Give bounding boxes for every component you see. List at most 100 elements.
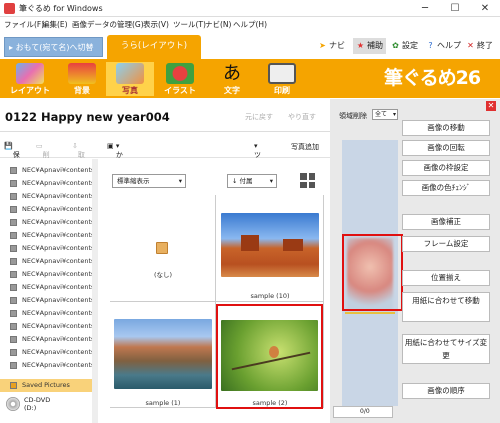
import-button[interactable]: ⇩取込: [72, 142, 85, 169]
tool-menu-button[interactable]: ツール ▾: [254, 142, 261, 179]
folder-label: NEC¥Apnavi¥contents¥...: [22, 361, 92, 369]
folder-item[interactable]: NEC¥Apnavi¥contents¥...: [0, 216, 92, 229]
tool-text[interactable]: あ 文字: [208, 62, 256, 96]
delete-button[interactable]: ▭削除: [36, 142, 50, 169]
image-color-change-button[interactable]: 画像の色ﾁｪﾝｼﾞ: [402, 180, 490, 196]
sort-select[interactable]: ↓ 付属 ▾: [227, 174, 277, 188]
tool-illust[interactable]: イラスト: [156, 62, 204, 96]
add-photo-button[interactable]: 写真追加: [291, 142, 319, 152]
menu-edit[interactable]: 編集(E): [42, 19, 68, 30]
folder-label: NEC¥Apnavi¥contents¥...: [22, 309, 92, 317]
folder-item[interactable]: NEC¥Apnavi¥contents¥...: [0, 294, 92, 307]
folder-item[interactable]: NEC¥Apnavi¥contents¥...: [0, 281, 92, 294]
title-bar: 筆ぐるめ for Windows ─ ☐ ✕: [0, 0, 500, 17]
photo-cell-sample10[interactable]: sample (10): [216, 195, 324, 302]
close-panel-icon[interactable]: ✕: [486, 101, 496, 111]
disc-icon: [6, 397, 20, 411]
folder-item-saved-pictures[interactable]: Saved Pictures: [0, 379, 92, 392]
align-button[interactable]: 位置揃え: [402, 270, 490, 286]
area-delete-button[interactable]: 領域削除: [339, 111, 367, 121]
folder-item[interactable]: NEC¥Apnavi¥contents¥...: [0, 203, 92, 216]
close-icon: ✕: [467, 41, 474, 50]
frame-setting-button[interactable]: フレーム設定: [402, 236, 490, 252]
folder-label: NEC¥Apnavi¥contents¥...: [22, 166, 92, 174]
settings-button[interactable]: ✿ 設定: [391, 38, 418, 54]
folder-label: NEC¥Apnavi¥contents¥...: [22, 283, 92, 291]
folder-icon: [10, 193, 17, 200]
photo-caption: (なし): [153, 271, 173, 279]
tool-text-label: 文字: [224, 86, 240, 95]
tool-print[interactable]: 印刷: [258, 62, 306, 96]
undo-button[interactable]: 元に戻す: [245, 112, 273, 122]
image-move-button[interactable]: 画像の移動: [402, 120, 490, 136]
chevron-down-icon: ▾: [269, 177, 273, 185]
layout-icon: [16, 63, 44, 84]
folder-item[interactable]: NEC¥Apnavi¥contents¥...: [0, 242, 92, 255]
image-correction-button[interactable]: 画像補正: [402, 214, 490, 230]
menu-view[interactable]: 表示(V): [143, 19, 169, 30]
menu-navi[interactable]: ナビ(N): [205, 19, 231, 30]
folder-label: NEC¥Apnavi¥contents¥...: [22, 335, 92, 343]
folder-item[interactable]: NEC¥Apnavi¥contents¥...: [0, 320, 92, 333]
exit-button[interactable]: ✕ 終了: [466, 38, 493, 54]
tool-photo[interactable]: 写真: [106, 62, 154, 96]
tool-print-label: 印刷: [274, 86, 290, 95]
display-mode-label: 標準縮表示: [117, 177, 150, 185]
image-order-button[interactable]: 画像の順序: [402, 383, 490, 399]
page-title: 0122 Happy new year004: [5, 110, 170, 124]
grid-view-icon[interactable]: [300, 173, 315, 188]
photo-thumbnail-canal: [114, 319, 212, 389]
image-rotate-button[interactable]: 画像の回転: [402, 140, 490, 156]
no-image-icon: [156, 242, 168, 254]
tool-layout[interactable]: レイアウト: [6, 62, 54, 96]
drive-item[interactable]: CD-DVD (D:): [24, 396, 50, 412]
tool-background-label: 背景: [74, 86, 90, 95]
folder-label: NEC¥Apnavi¥contents¥...: [22, 322, 92, 330]
easy-layout-button[interactable]: ▣ かんたんレイアウト ▾: [107, 142, 123, 239]
menu-help[interactable]: ヘルプ(H): [233, 19, 267, 30]
navi-button[interactable]: ➤ ナビ: [318, 38, 345, 54]
page-nav[interactable]: 0/0: [333, 406, 393, 418]
minimize-button[interactable]: ─: [410, 0, 440, 17]
image-frame-button[interactable]: 画像の枠設定: [402, 160, 490, 176]
folder-label: NEC¥Apnavi¥contents¥...: [22, 192, 92, 200]
maximize-button[interactable]: ☐: [440, 0, 470, 17]
folder-item[interactable]: NEC¥Apnavi¥contents¥...: [0, 268, 92, 281]
help-button[interactable]: ? ヘルプ: [426, 38, 461, 54]
folder-item[interactable]: NEC¥Apnavi¥contents¥...: [0, 164, 92, 177]
save-button[interactable]: 💾保存: [4, 142, 20, 169]
folder-item[interactable]: NEC¥Apnavi¥contents¥...: [0, 190, 92, 203]
scope-select[interactable]: 全て ▾: [372, 109, 398, 120]
fit-move-button[interactable]: 用紙に合わせて移動: [402, 292, 490, 322]
folder-item[interactable]: NEC¥Apnavi¥contents¥...: [0, 333, 92, 346]
folder-item[interactable]: NEC¥Apnavi¥contents¥...: [0, 359, 92, 372]
placed-photo-selection: [342, 234, 403, 311]
fit-resize-button[interactable]: 用紙に合わせてサイズ変更: [402, 334, 490, 364]
selected-photo-highlight: [216, 304, 323, 409]
hosoku-button[interactable]: ★ 補助: [353, 38, 386, 54]
tab-back-layout[interactable]: うら(レイアウト): [107, 35, 201, 59]
tool-layout-label: レイアウト: [10, 86, 50, 95]
menu-tools[interactable]: ツール(T): [173, 19, 206, 30]
brush-text-icon: あ: [223, 63, 241, 84]
folder-icon: [10, 206, 17, 213]
menu-file[interactable]: ファイル(F): [4, 19, 44, 30]
tab-front-address[interactable]: ▸ おもて(宛て名)へ切替: [4, 37, 103, 57]
folder-item[interactable]: NEC¥Apnavi¥contents¥...: [0, 229, 92, 242]
tool-illust-label: イラスト: [164, 86, 196, 95]
photo-cell-none[interactable]: (なし): [110, 195, 216, 302]
display-mode-select[interactable]: 標準縮表示 ▾: [112, 174, 186, 188]
close-button[interactable]: ✕: [470, 0, 500, 17]
folder-label: Saved Pictures: [22, 381, 70, 389]
folder-icon: [10, 284, 17, 291]
folder-icon: [10, 258, 17, 265]
tool-background[interactable]: 背景: [58, 62, 106, 96]
menu-image-data[interactable]: 画像データの管理(G): [72, 19, 144, 30]
folder-item[interactable]: NEC¥Apnavi¥contents¥...: [0, 346, 92, 359]
folder-item[interactable]: NEC¥Apnavi¥contents¥...: [0, 177, 92, 190]
photo-cell-sample1[interactable]: sample (1): [110, 302, 216, 408]
redo-button[interactable]: やり直す: [288, 112, 316, 122]
folder-item[interactable]: NEC¥Apnavi¥contents¥...: [0, 255, 92, 268]
folder-item[interactable]: NEC¥Apnavi¥contents¥...: [0, 307, 92, 320]
hosoku-label: 補助: [367, 41, 383, 50]
